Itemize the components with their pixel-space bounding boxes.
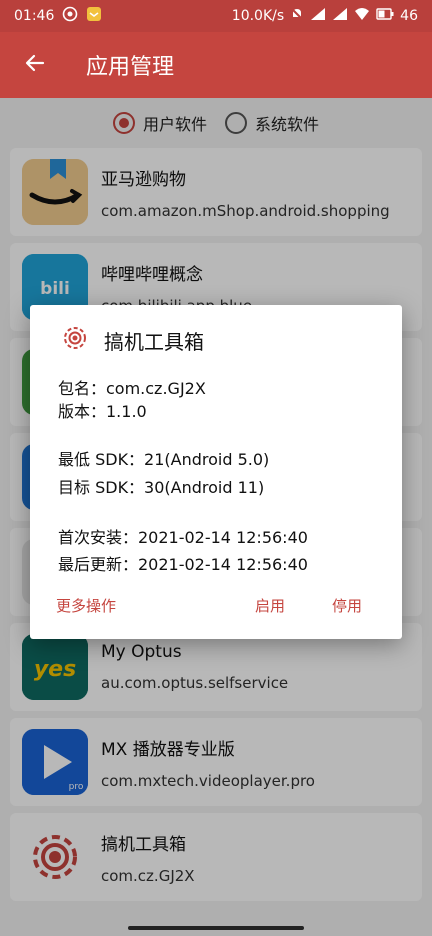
target-sdk-line: 目标 SDK：30(Android 11) <box>58 478 265 497</box>
install-time-line: 首次安装：2021-02-14 12:56:40 <box>58 528 308 547</box>
app-info-dialog: 搞机工具箱 包名：com.cz.GJ2X 版本：1.1.0 最低 SDK：21(… <box>30 305 402 639</box>
back-arrow-icon <box>23 51 47 79</box>
app-bar: 应用管理 <box>0 32 432 98</box>
dialog-header: 搞机工具箱 <box>60 323 204 357</box>
min-sdk-line: 最低 SDK：21(Android 5.0) <box>58 450 270 469</box>
dialog-title: 搞机工具箱 <box>104 329 204 354</box>
update-time-line: 最后更新：2021-02-14 12:56:40 <box>58 555 308 574</box>
status-bar: 01:46 10.0K/s 46 <box>0 0 432 32</box>
network-speed: 10.0K/s <box>231 8 285 24</box>
signal-icon <box>310 7 326 25</box>
home-indicator[interactable] <box>128 926 304 930</box>
mute-bell-icon <box>290 7 304 25</box>
notification-app-icon <box>86 6 102 26</box>
gear-icon <box>60 323 90 357</box>
status-time: 01:46 <box>14 8 55 24</box>
page-title: 应用管理 <box>86 55 175 80</box>
wifi-icon <box>354 7 370 25</box>
enable-button[interactable]: 启用 <box>255 595 285 616</box>
package-line: 包名：com.cz.GJ2X <box>58 379 206 398</box>
back-button[interactable] <box>0 32 70 98</box>
disable-button[interactable]: 停用 <box>332 595 362 616</box>
notification-circle-icon <box>62 6 78 26</box>
battery-icon <box>376 8 394 24</box>
battery-level: 46 <box>400 8 418 24</box>
more-actions-button[interactable]: 更多操作 <box>56 595 116 616</box>
signal-2-icon <box>332 7 348 25</box>
version-line: 版本：1.1.0 <box>58 402 147 421</box>
